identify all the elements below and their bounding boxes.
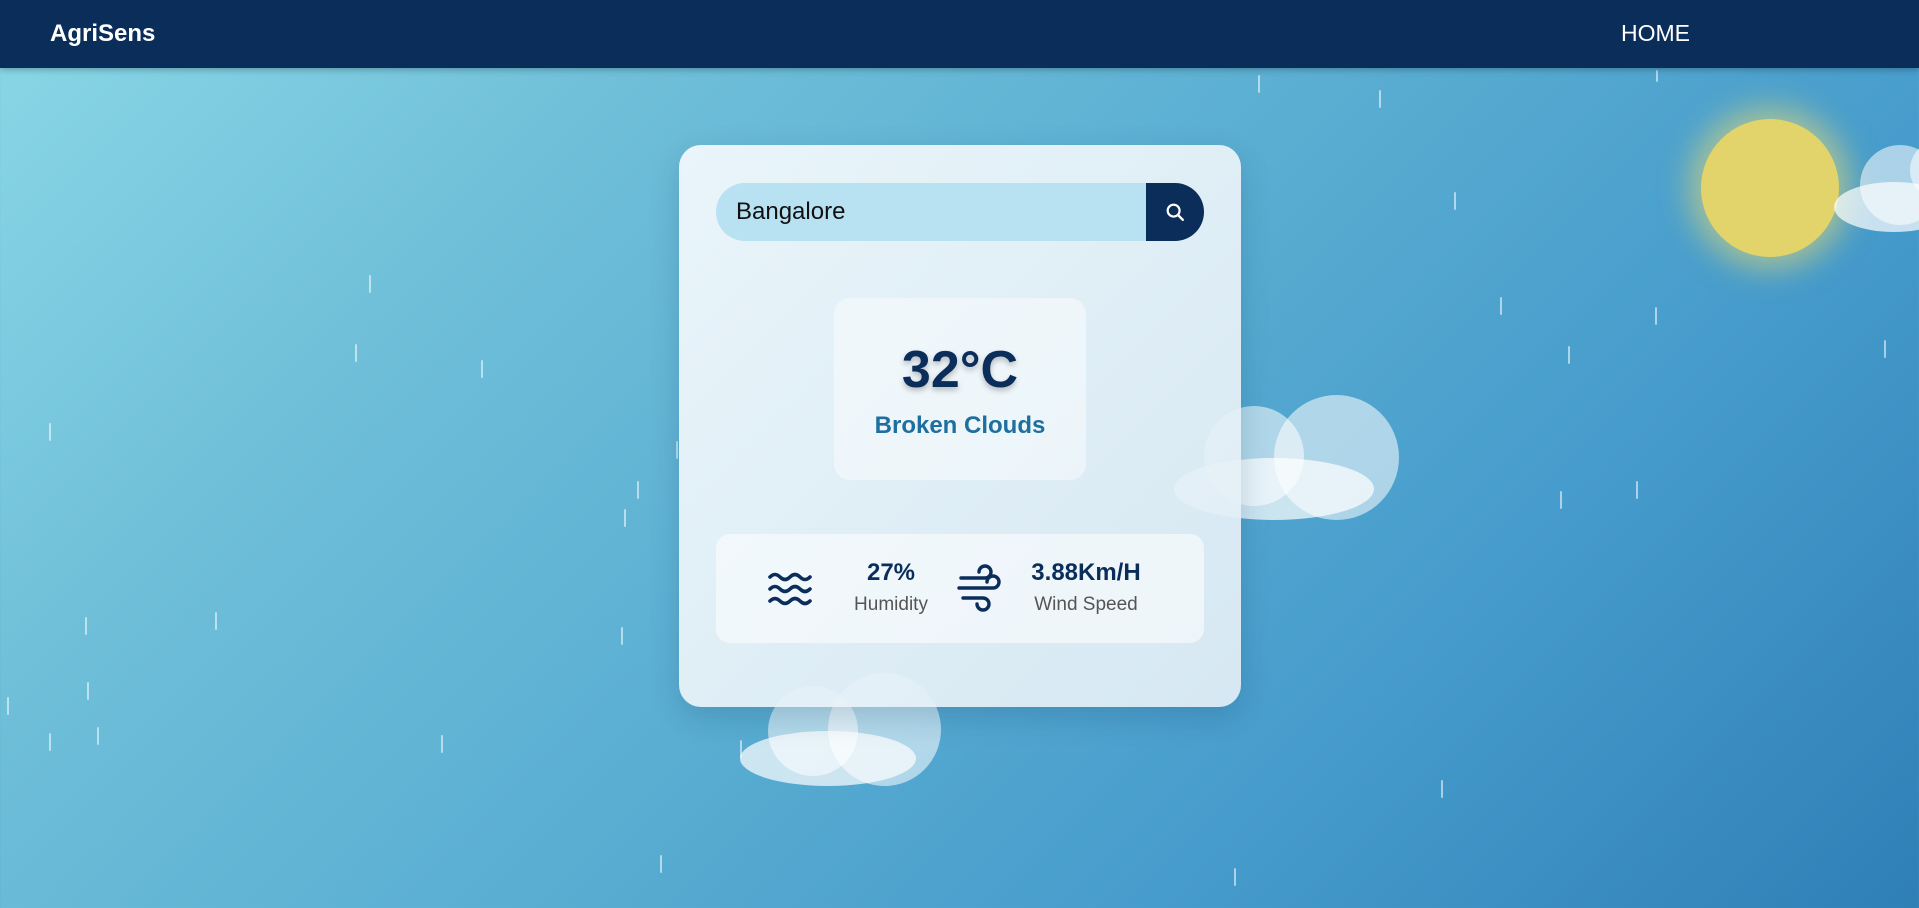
raindrop — [1379, 90, 1381, 108]
raindrop — [1454, 192, 1456, 210]
raindrop — [369, 275, 371, 293]
raindrop — [1568, 346, 1570, 364]
raindrop — [1560, 491, 1562, 509]
raindrop — [621, 627, 623, 645]
search-bar — [716, 183, 1204, 241]
raindrop — [97, 727, 99, 745]
humidity-label: Humidity — [854, 594, 928, 615]
raindrop — [481, 360, 483, 378]
sun-icon — [1701, 119, 1839, 257]
raindrop — [1234, 868, 1236, 886]
navbar: AgriSens HOME — [0, 0, 1919, 68]
water-waves-icon — [768, 572, 812, 606]
raindrop — [87, 682, 89, 700]
cloud-puff — [740, 731, 916, 786]
search-button[interactable] — [1146, 183, 1204, 241]
weather-description: Broken Clouds — [874, 412, 1046, 439]
raindrop — [637, 481, 639, 499]
nav-home-link[interactable]: HOME — [1621, 20, 1690, 47]
raindrop — [1636, 481, 1638, 499]
raindrop — [1656, 70, 1658, 82]
weather-card: 32°C Broken Clouds 27% Humidity 3.88Km/H… — [679, 145, 1241, 707]
raindrop — [7, 697, 9, 715]
raindrop — [49, 423, 51, 441]
search-icon — [1166, 203, 1184, 221]
raindrop — [624, 509, 626, 527]
raindrop — [1884, 340, 1886, 358]
raindrop — [49, 733, 51, 751]
city-search-input[interactable] — [716, 183, 1146, 241]
brand-logo[interactable]: AgriSens — [50, 20, 155, 48]
wind-icon — [957, 564, 1001, 612]
temperature-panel: 32°C Broken Clouds — [834, 298, 1086, 480]
raindrop — [1258, 75, 1260, 93]
raindrop — [1500, 297, 1502, 315]
raindrop — [215, 612, 217, 630]
raindrop — [1441, 780, 1443, 798]
raindrop — [676, 441, 678, 459]
humidity-value: 27% — [866, 559, 916, 586]
temperature-value: 32°C — [901, 341, 1019, 399]
raindrop — [85, 617, 87, 635]
wind-speed-value: 3.88Km/H — [1031, 559, 1141, 586]
weather-stats: 27% Humidity 3.88Km/H Wind Speed — [716, 534, 1204, 643]
raindrop — [441, 735, 443, 753]
raindrop — [1655, 307, 1657, 325]
wind-speed-label: Wind Speed — [1034, 594, 1138, 615]
raindrop — [355, 344, 357, 362]
raindrop — [660, 855, 662, 873]
